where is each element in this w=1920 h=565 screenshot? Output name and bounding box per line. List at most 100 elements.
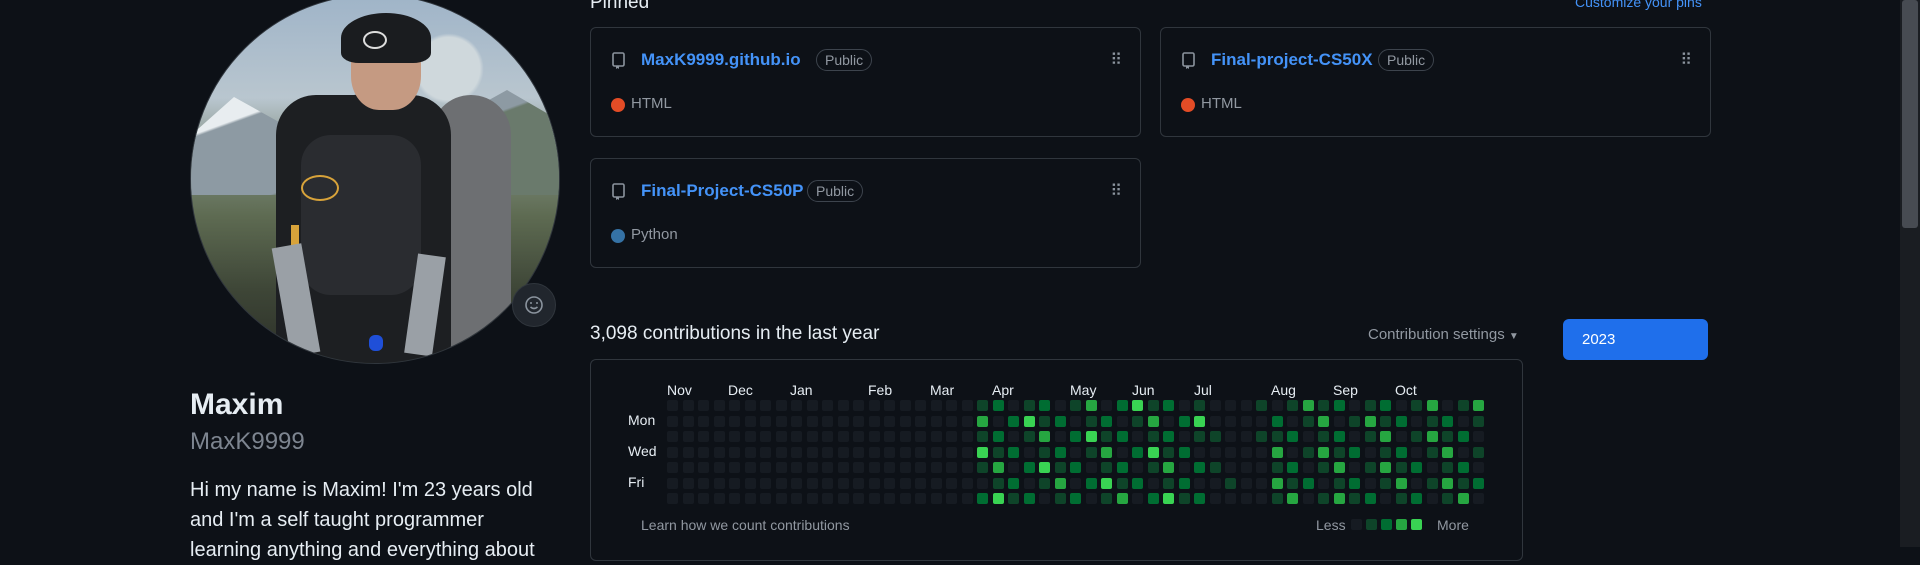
contribution-day-cell[interactable]	[1364, 415, 1376, 427]
contribution-day-cell[interactable]	[1240, 477, 1252, 489]
contribution-day-cell[interactable]	[729, 431, 740, 442]
contribution-day-cell[interactable]	[744, 400, 756, 411]
contribution-day-cell[interactable]	[868, 400, 880, 411]
contribution-day-cell[interactable]	[1008, 415, 1019, 427]
contribution-day-cell[interactable]	[729, 446, 740, 458]
contribution-day-cell[interactable]	[806, 400, 818, 411]
contribution-day-cell[interactable]	[1163, 446, 1174, 458]
contribution-day-cell[interactable]	[853, 400, 864, 411]
contribution-day-cell[interactable]	[961, 493, 973, 504]
contribution-day-cell[interactable]	[992, 477, 1004, 489]
contribution-day-cell[interactable]	[1349, 400, 1360, 411]
contribution-day-cell[interactable]	[729, 415, 740, 427]
contribution-day-cell[interactable]	[729, 477, 740, 489]
contribution-day-cell[interactable]	[1085, 446, 1097, 458]
contribution-day-cell[interactable]	[1116, 493, 1128, 504]
contribution-day-cell[interactable]	[1302, 431, 1314, 442]
contribution-day-cell[interactable]	[1457, 400, 1469, 411]
contribution-day-cell[interactable]	[1457, 431, 1469, 442]
contribution-day-cell[interactable]	[977, 446, 988, 458]
contribution-day-cell[interactable]	[713, 415, 725, 427]
contribution-day-cell[interactable]	[1411, 446, 1422, 458]
contribution-day-cell[interactable]	[1039, 400, 1050, 411]
contribution-day-cell[interactable]	[791, 477, 802, 489]
contribution-day-cell[interactable]	[1039, 477, 1050, 489]
contribution-day-cell[interactable]	[1178, 477, 1190, 489]
contribution-day-cell[interactable]	[1147, 400, 1159, 411]
customize-pins-link[interactable]: Customize your pins	[1575, 0, 1702, 10]
contribution-day-cell[interactable]	[1054, 446, 1066, 458]
contribution-day-cell[interactable]	[977, 462, 988, 473]
contribution-day-cell[interactable]	[760, 446, 771, 458]
contribution-day-cell[interactable]	[1349, 415, 1360, 427]
contribution-day-cell[interactable]	[837, 431, 849, 442]
contribution-day-cell[interactable]	[1070, 477, 1081, 489]
contribution-day-cell[interactable]	[977, 431, 988, 442]
contribution-day-cell[interactable]	[822, 477, 833, 489]
contribution-day-cell[interactable]	[868, 415, 880, 427]
contribution-day-cell[interactable]	[667, 477, 678, 489]
contribution-day-cell[interactable]	[1209, 493, 1221, 504]
contribution-day-cell[interactable]	[1287, 493, 1298, 504]
contribution-day-cell[interactable]	[1163, 477, 1174, 489]
contribution-day-cell[interactable]	[884, 462, 895, 473]
contribution-day-cell[interactable]	[899, 400, 911, 411]
contribution-day-cell[interactable]	[806, 462, 818, 473]
contribution-day-cell[interactable]	[1132, 477, 1143, 489]
contribution-day-cell[interactable]	[1271, 431, 1283, 442]
contribution-day-cell[interactable]	[760, 400, 771, 411]
repo-link[interactable]: Final-project-CS50X	[1211, 50, 1373, 70]
contribution-day-cell[interactable]	[822, 462, 833, 473]
contribution-day-cell[interactable]	[884, 400, 895, 411]
contribution-day-cell[interactable]	[1240, 462, 1252, 473]
contribution-day-cell[interactable]	[760, 462, 771, 473]
contribution-day-cell[interactable]	[1225, 400, 1236, 411]
contribution-day-cell[interactable]	[884, 493, 895, 504]
contribution-day-cell[interactable]	[1178, 415, 1190, 427]
contribution-day-cell[interactable]	[977, 477, 988, 489]
contribution-day-cell[interactable]	[1318, 400, 1329, 411]
contribution-day-cell[interactable]	[791, 400, 802, 411]
contribution-day-cell[interactable]	[1426, 477, 1438, 489]
contribution-day-cell[interactable]	[1116, 400, 1128, 411]
contribution-day-cell[interactable]	[1473, 477, 1484, 489]
contribution-day-cell[interactable]	[1256, 431, 1267, 442]
contribution-day-cell[interactable]	[915, 415, 926, 427]
contribution-day-cell[interactable]	[744, 431, 756, 442]
contribution-day-cell[interactable]	[1271, 462, 1283, 473]
contribution-day-cell[interactable]	[1101, 400, 1112, 411]
contribution-day-cell[interactable]	[837, 462, 849, 473]
contribution-day-cell[interactable]	[930, 462, 942, 473]
contribution-day-cell[interactable]	[1023, 415, 1035, 427]
learn-contributions-link[interactable]: Learn how we count contributions	[641, 517, 850, 533]
contribution-day-cell[interactable]	[1302, 477, 1314, 489]
contribution-day-cell[interactable]	[1209, 462, 1221, 473]
contribution-day-cell[interactable]	[1240, 493, 1252, 504]
contribution-day-cell[interactable]	[1116, 446, 1128, 458]
contribution-day-cell[interactable]	[1256, 415, 1267, 427]
contribution-day-cell[interactable]	[1318, 431, 1329, 442]
contribution-day-cell[interactable]	[822, 446, 833, 458]
contribution-day-cell[interactable]	[713, 446, 725, 458]
kebab-vertical-icon[interactable]: ⠿	[1110, 50, 1122, 70]
contribution-day-cell[interactable]	[1116, 462, 1128, 473]
contribution-day-cell[interactable]	[961, 415, 973, 427]
contribution-day-cell[interactable]	[791, 493, 802, 504]
contribution-day-cell[interactable]	[1039, 493, 1050, 504]
contribution-day-cell[interactable]	[1023, 446, 1035, 458]
contribution-day-cell[interactable]	[961, 431, 973, 442]
contribution-day-cell[interactable]	[1116, 477, 1128, 489]
contribution-day-cell[interactable]	[1194, 477, 1205, 489]
contribution-day-cell[interactable]	[868, 493, 880, 504]
contribution-day-cell[interactable]	[899, 431, 911, 442]
contribution-day-cell[interactable]	[992, 493, 1004, 504]
contribution-day-cell[interactable]	[1070, 415, 1081, 427]
contribution-day-cell[interactable]	[915, 431, 926, 442]
contribution-day-cell[interactable]	[667, 400, 678, 411]
contribution-day-cell[interactable]	[1318, 462, 1329, 473]
contribution-day-cell[interactable]	[1209, 400, 1221, 411]
contribution-day-cell[interactable]	[946, 400, 957, 411]
contribution-day-cell[interactable]	[1209, 446, 1221, 458]
contribution-day-cell[interactable]	[760, 415, 771, 427]
contribution-day-cell[interactable]	[1442, 446, 1453, 458]
